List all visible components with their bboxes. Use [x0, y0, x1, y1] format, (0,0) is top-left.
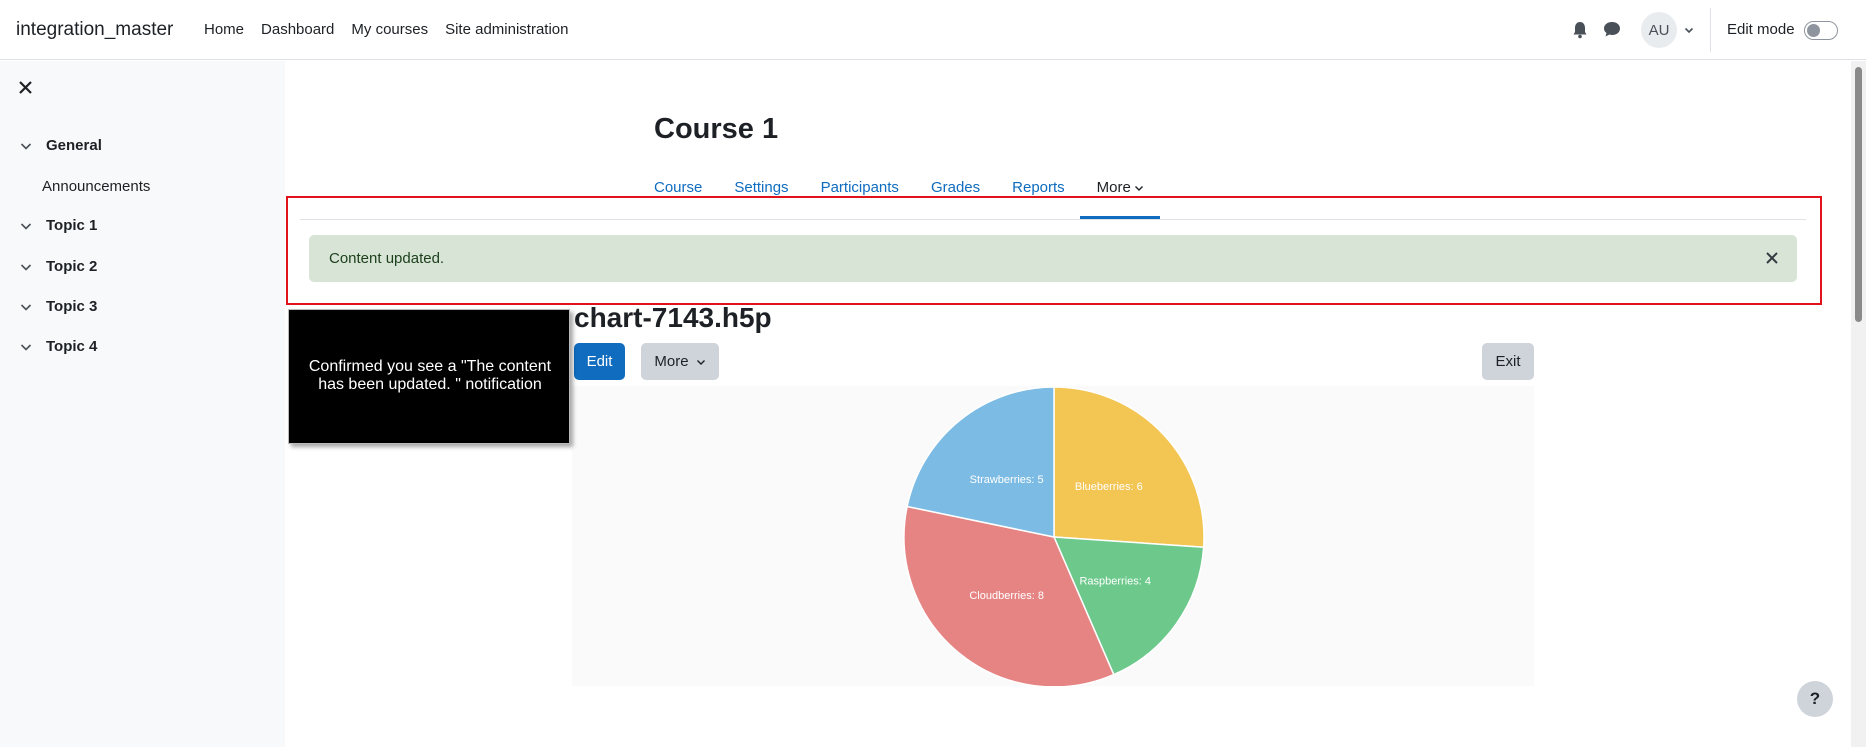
chevron-down-icon[interactable]	[20, 261, 32, 273]
more-button-label: More	[654, 353, 689, 370]
course-secondary-nav: Course Settings Participants Grades Repo…	[654, 179, 1176, 196]
pie-chart: Blueberries: 6 Raspberries: 4 Cloudberries…	[903, 386, 1205, 686]
edit-button[interactable]: Edit	[574, 343, 625, 380]
user-avatar[interactable]: AU	[1641, 12, 1677, 48]
pie-slice-label: Strawberries: 5	[970, 474, 1044, 486]
edit-mode-label: Edit mode	[1727, 21, 1795, 38]
drawer-section-topic-1[interactable]: Topic 1	[20, 217, 97, 234]
pie-slice-blueberries	[1053, 386, 1205, 549]
navbar-divider	[1710, 8, 1711, 52]
tab-more-label: More	[1096, 179, 1131, 196]
tab-grades[interactable]: Grades	[931, 179, 980, 196]
annotation-callout-text: Confirmed you see a "The content has bee…	[308, 358, 552, 393]
tab-participants[interactable]: Participants	[821, 179, 899, 196]
nav-site-administration[interactable]: Site administration	[445, 21, 568, 38]
pie-slice-label: Raspberries: 4	[1079, 575, 1151, 587]
drawer-item-announcements[interactable]: Announcements	[42, 178, 150, 195]
toggle-knob	[1807, 24, 1820, 37]
close-icon[interactable]	[1765, 251, 1779, 265]
chevron-down-icon[interactable]	[1684, 25, 1694, 35]
tab-settings[interactable]: Settings	[734, 179, 788, 196]
success-alert: Content updated.	[309, 235, 1797, 282]
tab-reports[interactable]: Reports	[1012, 179, 1065, 196]
active-tab-indicator	[1080, 216, 1160, 219]
exit-button[interactable]: Exit	[1482, 343, 1534, 380]
course-index-drawer	[0, 61, 285, 747]
page-title: Course 1	[654, 113, 779, 145]
drawer-section-label: General	[46, 137, 102, 154]
tab-more[interactable]: More	[1097, 179, 1144, 196]
chevron-down-icon[interactable]	[20, 220, 32, 232]
pie-slice-label: Blueberries: 6	[1075, 481, 1143, 493]
chevron-down-icon	[696, 359, 705, 365]
annotation-callout: Confirmed you see a "The content has bee…	[288, 309, 570, 444]
chevron-down-icon	[1134, 185, 1143, 191]
nav-my-courses[interactable]: My courses	[351, 21, 428, 38]
drawer-section-label: Topic 3	[46, 298, 98, 315]
edit-mode-toggle[interactable]	[1804, 21, 1838, 40]
drawer-section-label: Topic 4	[46, 338, 98, 355]
scrollbar-thumb[interactable]	[1855, 67, 1862, 322]
drawer-section-topic-3[interactable]: Topic 3	[20, 298, 97, 315]
nav-dashboard[interactable]: Dashboard	[261, 21, 334, 38]
pie-chart-area: Blueberries: 6 Raspberries: 4 Cloudberries…	[572, 386, 1534, 686]
close-drawer-icon[interactable]	[18, 80, 33, 95]
drawer-section-general[interactable]: General	[20, 137, 102, 154]
chevron-down-icon[interactable]	[20, 140, 32, 152]
nav-home[interactable]: Home	[204, 21, 244, 38]
h5p-content-title: chart-7143.h5p	[574, 302, 772, 333]
drawer-section-topic-2[interactable]: Topic 2	[20, 258, 97, 275]
top-navbar: integration_master Home Dashboard My cou…	[0, 0, 1866, 60]
chevron-down-icon[interactable]	[20, 301, 32, 313]
messages-icon[interactable]	[1603, 21, 1621, 38]
more-button[interactable]: More	[641, 343, 719, 380]
drawer-section-label: Topic 1	[46, 217, 98, 234]
chevron-down-icon[interactable]	[20, 341, 32, 353]
notification-bell-icon[interactable]	[1572, 21, 1588, 39]
page-scrollbar[interactable]	[1851, 61, 1866, 747]
primary-nav: Home Dashboard My courses Site administr…	[204, 21, 586, 38]
tabs-divider	[300, 219, 1806, 220]
drawer-section-topic-4[interactable]: Topic 4	[20, 338, 97, 355]
pie-slice-label: Cloudberries: 8	[969, 590, 1044, 602]
drawer-section-label: Topic 2	[46, 258, 98, 275]
alert-message: Content updated.	[329, 250, 445, 267]
help-button[interactable]: ?	[1797, 681, 1833, 717]
tab-course[interactable]: Course	[654, 179, 702, 196]
site-brand[interactable]: integration_master	[16, 19, 173, 41]
